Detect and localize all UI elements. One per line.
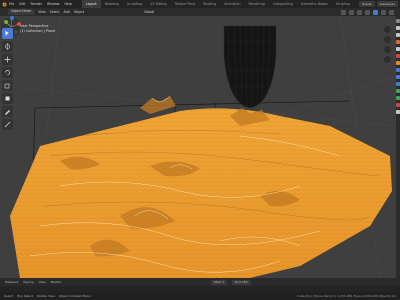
viewport-info: User Perspective (1) Collection | Plane — [20, 24, 55, 34]
tab-shading[interactable]: Shading — [199, 0, 220, 8]
start-frame-field[interactable]: Start 1 — [210, 279, 228, 285]
status-rotate-view: Rotate View — [37, 294, 55, 298]
xray-icon[interactable] — [365, 9, 370, 15]
end-frame-field[interactable]: End 250 — [232, 279, 251, 285]
3d-viewport[interactable] — [0, 16, 396, 278]
timeline-marker[interactable]: Marker — [51, 280, 61, 284]
scene-stats: Collection | Plane Verts 0 | 4,031,681 F… — [296, 294, 396, 298]
scale-tool-icon[interactable] — [2, 80, 13, 91]
menu-window[interactable]: Window — [47, 2, 60, 6]
timeline-view[interactable]: View — [38, 280, 45, 284]
menu-edit[interactable]: Edit — [19, 2, 25, 6]
workspace-tabs: Layout Modeling Sculpting UV Editing Tex… — [81, 0, 354, 8]
particles-props-icon[interactable] — [396, 75, 400, 79]
main-menu: File Edit Render Window Help — [9, 2, 76, 6]
tab-uv-editing[interactable]: UV Editing — [146, 0, 171, 8]
transform-tool-icon[interactable] — [2, 93, 13, 104]
tab-geometry-nodes[interactable]: Geometry Nodes — [297, 0, 332, 8]
status-bar: Select Box Select Rotate View Object Con… — [0, 292, 400, 300]
menu-object[interactable]: Object — [74, 10, 84, 14]
cursor-tool-icon[interactable] — [2, 41, 13, 52]
tool-props-icon[interactable] — [396, 19, 400, 23]
menu-select[interactable]: Select — [50, 10, 60, 14]
render-props-icon[interactable] — [396, 26, 400, 30]
annotate-tool-icon[interactable] — [2, 106, 13, 117]
properties-tabs — [396, 16, 400, 286]
physics-props-icon[interactable] — [396, 82, 400, 86]
scene-field[interactable]: Scene — [359, 1, 375, 7]
object-props-icon[interactable] — [396, 61, 400, 65]
view-nav-buttons — [384, 26, 391, 63]
overlay-toggle-icon[interactable] — [357, 9, 362, 15]
status-box-select: Box Select — [17, 294, 34, 298]
blender-logo-icon[interactable] — [1, 2, 7, 7]
menu-add[interactable]: Add — [64, 10, 70, 14]
shading-controls — [341, 9, 394, 15]
status-select: Select — [4, 294, 14, 298]
viewport-scene — [0, 16, 396, 278]
tab-rendering[interactable]: Rendering — [244, 0, 268, 8]
output-props-icon[interactable] — [396, 33, 400, 37]
transform-orientation[interactable]: Global — [144, 10, 154, 14]
select-box-tool-icon[interactable] — [2, 28, 13, 39]
rotate-tool-icon[interactable] — [2, 67, 13, 78]
rendered-shading-icon[interactable] — [389, 9, 394, 15]
texture-props-icon[interactable] — [396, 110, 400, 114]
constraints-props-icon[interactable] — [396, 89, 400, 93]
tab-compositing[interactable]: Compositing — [269, 0, 297, 8]
material-props-icon[interactable] — [396, 103, 400, 107]
menu-render[interactable]: Render — [31, 2, 42, 6]
timeline-playback[interactable]: Playback — [5, 280, 18, 284]
view-layer-field[interactable]: ViewLayer — [376, 1, 398, 7]
world-props-icon[interactable] — [396, 54, 400, 58]
zoom-icon[interactable] — [384, 26, 391, 33]
measure-tool-icon[interactable] — [2, 119, 13, 130]
visibility-icon[interactable] — [341, 9, 346, 15]
gizmo-toggle-icon[interactable] — [349, 9, 354, 15]
scene-props-icon[interactable] — [396, 47, 400, 51]
pan-hand-icon[interactable] — [384, 36, 391, 43]
tab-animation[interactable]: Animation — [220, 0, 244, 8]
tool-shelf — [2, 28, 14, 130]
status-context-menu: Object Context Menu — [58, 294, 91, 298]
collection-label: (1) Collection | Plane — [20, 29, 56, 33]
modifier-props-icon[interactable] — [396, 68, 400, 72]
cup-object[interactable] — [223, 25, 277, 109]
menu-help[interactable]: Help — [65, 2, 72, 6]
move-tool-icon[interactable] — [2, 54, 13, 65]
viewport-header: Object Mode View Select Add Object Globa… — [0, 8, 400, 16]
top-bar: File Edit Render Window Help Layout Mode… — [0, 0, 400, 8]
tab-sculpting[interactable]: Sculpting — [123, 0, 146, 8]
tab-texture-paint[interactable]: Texture Paint — [171, 0, 200, 8]
ortho-toggle-icon[interactable] — [384, 56, 391, 63]
view-layer-props-icon[interactable] — [396, 40, 400, 44]
mode-dropdown[interactable]: Object Mode — [8, 9, 35, 15]
timeline-header: Playback Keying View Marker Start 1 End … — [0, 278, 400, 286]
scene-controls: Scene ViewLayer — [359, 1, 398, 7]
material-shading-icon[interactable] — [381, 9, 386, 15]
tab-modeling[interactable]: Modeling — [101, 0, 124, 8]
data-props-icon[interactable] — [396, 96, 400, 100]
solid-shading-icon[interactable] — [373, 9, 378, 15]
terrain-mesh[interactable] — [10, 95, 392, 278]
menu-view[interactable]: View — [38, 10, 46, 14]
timeline-keying[interactable]: Keying — [23, 280, 33, 284]
tab-scripting[interactable]: Scripting — [332, 0, 354, 8]
tab-layout[interactable]: Layout — [81, 0, 101, 8]
camera-view-icon[interactable] — [384, 46, 391, 53]
menu-file[interactable]: File — [9, 2, 14, 6]
